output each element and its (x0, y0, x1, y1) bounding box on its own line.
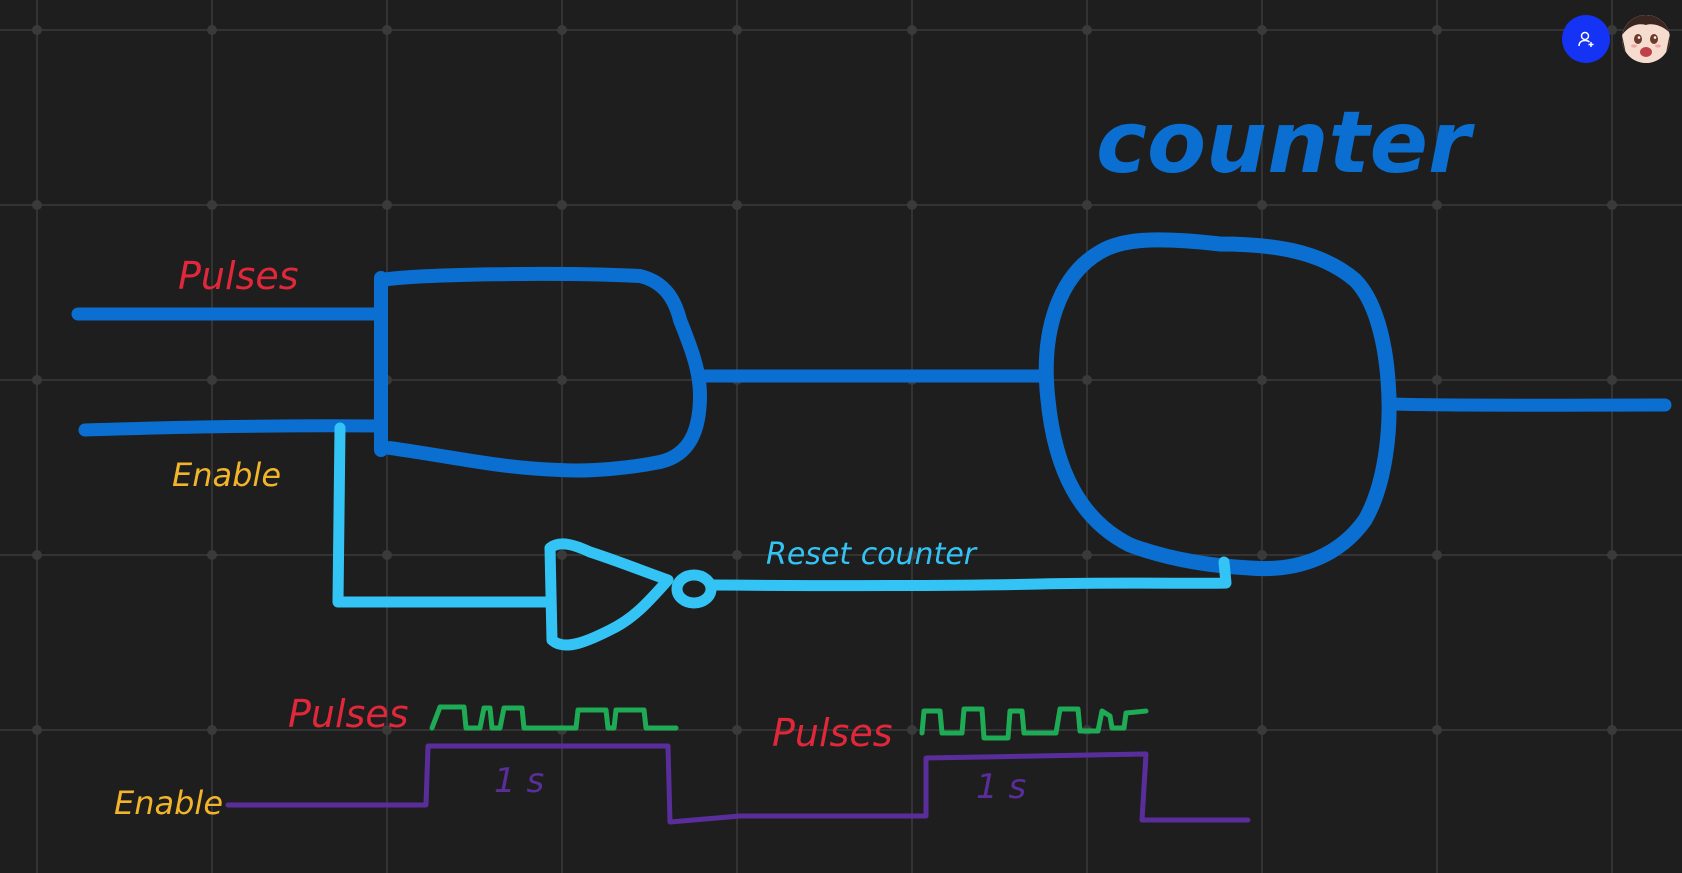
enable-input-label: Enable (172, 456, 281, 494)
grid-node (557, 550, 567, 560)
counter-output-wire (1385, 397, 1672, 412)
duration-label-2: 1 s (976, 767, 1026, 807)
grid-node (207, 375, 217, 385)
grid-node (1432, 725, 1442, 735)
grid-node (207, 725, 217, 735)
pulse-signal-waveform-1 (429, 704, 679, 731)
grid-node (32, 375, 42, 385)
grid-node (207, 200, 217, 210)
grid-node (207, 550, 217, 560)
grid-node (32, 25, 42, 35)
grid-node (732, 550, 742, 560)
grid-node (1257, 25, 1267, 35)
and-gate-body (374, 266, 707, 478)
grid-node (1607, 200, 1617, 210)
grid-node (1257, 375, 1267, 385)
grid-node (732, 200, 742, 210)
avatar-image (1622, 15, 1670, 63)
grid-node (1257, 725, 1267, 735)
grid-node (382, 25, 392, 35)
grid-node (1082, 375, 1092, 385)
counter-body (1038, 232, 1397, 577)
grid-node (207, 25, 217, 35)
grid-node (1082, 200, 1092, 210)
grid-node (907, 200, 917, 210)
grid-node (557, 25, 567, 35)
grid-node (1082, 25, 1092, 35)
grid-node (732, 725, 742, 735)
grid-node (1607, 725, 1617, 735)
pulses-timing-label-1: Pulses (288, 692, 409, 736)
duration-label-1: 1 s (494, 761, 544, 801)
grid-node (557, 200, 567, 210)
grid-node (557, 375, 567, 385)
grid-node (1432, 25, 1442, 35)
not-gate-body (544, 538, 674, 651)
grid-node (732, 25, 742, 35)
grid-node (32, 550, 42, 560)
grid-node (382, 200, 392, 210)
add-user-icon (1578, 31, 1594, 47)
grid-node (32, 200, 42, 210)
grid-node (1432, 550, 1442, 560)
grid-node (1607, 550, 1617, 560)
enable-timing-label: Enable (114, 784, 223, 822)
whiteboard-canvas[interactable]: counter Pulses Enable Reset counter Puls… (0, 0, 1682, 873)
counter-title: counter (1096, 93, 1475, 193)
grid-node (1607, 375, 1617, 385)
user-avatar[interactable] (1622, 15, 1670, 63)
counter-block[interactable] (1038, 232, 1672, 577)
grid-node (32, 725, 42, 735)
pulse-signal-waveform-2 (919, 706, 1149, 741)
grid-node (382, 550, 392, 560)
not-gate-bubble (671, 569, 717, 609)
pulses-input-label: Pulses (178, 254, 299, 298)
grid-node (907, 725, 917, 735)
grid-node (1432, 200, 1442, 210)
invite-collaborator-button[interactable] (1562, 15, 1610, 63)
grid-node (1432, 375, 1442, 385)
grid-node (1257, 200, 1267, 210)
pulses-timing-label-2: Pulses (772, 711, 893, 755)
grid-node (1257, 550, 1267, 560)
grid-node (907, 25, 917, 35)
grid-node (1082, 550, 1092, 560)
reset-counter-label: Reset counter (766, 537, 978, 572)
